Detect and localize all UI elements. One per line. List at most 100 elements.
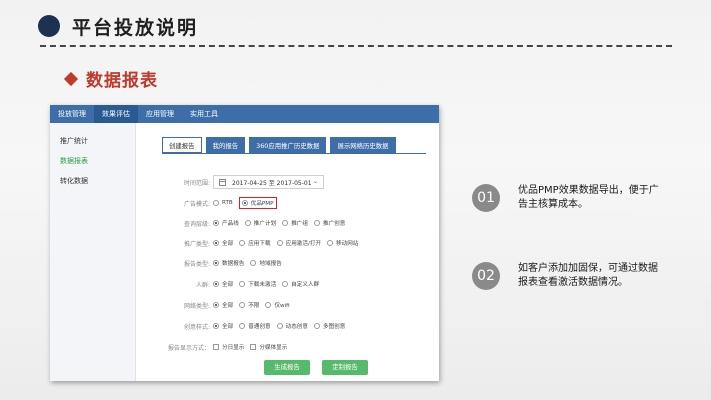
query-level-product[interactable]: 产品线: [213, 219, 239, 227]
query-level-row: 查询层级: 产品线 推广计划 推广组 推广创意: [136, 217, 351, 229]
display-mode-label: 报告显示方式：: [167, 344, 210, 352]
crowd-label: 人群:: [195, 281, 210, 289]
network-row: 网络类型: 全部 不限 仅wifi: [136, 299, 296, 311]
calendar-icon: [219, 178, 226, 186]
radio-icon: [250, 260, 257, 266]
radio-selected-icon: [213, 260, 219, 266]
title-divider: [40, 45, 672, 47]
ad-mode-row: 广告模式: RTB 优品PMP: [136, 197, 283, 209]
query-level-label: 查询层级:: [183, 220, 210, 228]
section-heading-text: 数据报表: [86, 71, 158, 91]
promo-type-row: 推广类型: 全部 应用下载 应用激活/打开 移动网站: [136, 237, 364, 249]
topnav-item-campaign[interactable]: 投放管理: [50, 105, 94, 123]
creative-label: 创意样式:: [183, 323, 210, 331]
section-heading: 数据报表: [63, 66, 158, 91]
generate-report-button[interactable]: 生成报告: [264, 360, 310, 375]
checkbox-icon: [213, 344, 219, 350]
topnav-item-tools[interactable]: 实用工具: [182, 105, 226, 123]
creative-normal[interactable]: 普通创意: [239, 322, 271, 330]
topnav-item-effect[interactable]: 效果评估: [94, 105, 138, 123]
radio-icon: [282, 220, 289, 226]
creative-multi-image[interactable]: 多图创意: [313, 322, 345, 330]
network-label: 网络类型:: [183, 302, 210, 310]
radio-icon: [239, 302, 246, 308]
sidebar-item-reports[interactable]: 数据报表: [50, 151, 135, 171]
network-wifi-only[interactable]: 仅wifi: [265, 301, 290, 309]
main-content: 创建报告 我的报告 360应用推广历史数据 展示网络历史数据 时间范围: 201…: [136, 123, 439, 381]
radio-selected-icon: [213, 302, 219, 308]
promo-type-download[interactable]: 应用下载: [239, 239, 271, 247]
radio-icon: [276, 240, 283, 246]
note-number-1: 01: [472, 184, 500, 212]
radio-icon: [276, 323, 283, 329]
radio-icon: [239, 240, 246, 246]
title-bullet-icon: [38, 15, 60, 37]
radio-icon: [282, 281, 289, 287]
radio-icon: [313, 323, 320, 329]
report-type-region[interactable]: 地域报告: [250, 259, 282, 267]
radio-icon: [265, 302, 272, 308]
note-number-2: 02: [472, 262, 500, 290]
slide-title: 平台投放说明: [38, 10, 198, 42]
radio-selected-icon: [213, 220, 219, 226]
radio-icon: [239, 281, 246, 287]
radio-icon: [313, 220, 320, 226]
network-any[interactable]: 不限: [239, 301, 259, 309]
query-level-creative[interactable]: 推广创意: [313, 219, 345, 227]
report-type-data[interactable]: 数据报告: [213, 259, 244, 267]
display-by-day[interactable]: 分日显示: [213, 343, 244, 351]
promo-type-all[interactable]: 全部: [213, 239, 233, 247]
time-range-label: 时间范围:: [183, 179, 210, 187]
promo-type-activate[interactable]: 应用激活/打开: [276, 239, 321, 247]
radio-icon: [213, 200, 219, 206]
title-text: 平台投放说明: [72, 16, 199, 39]
custom-report-button[interactable]: 定制报告: [322, 360, 368, 375]
diamond-bullet-icon: [63, 71, 79, 86]
topnav-item-apps[interactable]: 应用管理: [138, 105, 182, 123]
radio-selected-icon: [213, 281, 219, 287]
tab-underline: [162, 153, 426, 154]
report-tabs: 创建报告 我的报告 360应用推广历史数据 展示网络历史数据: [162, 137, 400, 153]
report-app-screenshot: 投放管理 效果评估 应用管理 实用工具 推广统计 数据报表 转化数据 创建报告 …: [50, 105, 439, 381]
sidebar: 推广统计 数据报表 转化数据: [50, 123, 136, 381]
note-text-2: 如客户添加加固保，可通过数据报表查看激活数据情况。: [518, 263, 658, 288]
promo-type-mobile-site[interactable]: 移动网站: [327, 239, 358, 247]
sidebar-item-stats[interactable]: 推广统计: [50, 131, 135, 151]
radio-icon: [244, 220, 251, 226]
sidebar-item-conversions[interactable]: 转化数据: [50, 171, 135, 191]
checkbox-icon: [250, 344, 257, 350]
top-nav: 投放管理 效果评估 应用管理 实用工具: [50, 105, 439, 123]
crowd-not-activated[interactable]: 下载未激活: [239, 280, 276, 288]
radio-selected-icon: [213, 323, 219, 329]
crowd-all[interactable]: 全部: [213, 280, 233, 288]
promo-type-label: 推广类型:: [183, 240, 210, 248]
creative-dynamic[interactable]: 动态创意: [276, 322, 308, 330]
crowd-row: 人群: 全部 下载未激活 自定义人群: [136, 278, 325, 290]
radio-icon: [239, 323, 246, 329]
query-level-group[interactable]: 推广组: [282, 219, 308, 227]
radio-selected-icon: [241, 200, 248, 206]
radio-selected-icon: [213, 240, 219, 246]
tab-my-reports[interactable]: 我的报告: [205, 137, 246, 153]
radio-icon: [327, 240, 334, 246]
creative-all[interactable]: 全部: [213, 322, 233, 330]
crowd-custom[interactable]: 自定义人群: [282, 280, 319, 288]
creative-row: 创意样式: 全部 普通创意 动态创意 多图创意: [136, 320, 351, 332]
tab-360-history[interactable]: 360应用推广历史数据: [249, 137, 327, 153]
report-type-row: 报告类型: 数据报告 地域报告: [136, 257, 288, 269]
tab-display-history[interactable]: 展示网络历史数据: [330, 137, 396, 153]
ad-mode-rtb[interactable]: RTB: [213, 200, 233, 206]
display-mode-row: 报告显示方式： 分日显示 分媒体显示: [136, 341, 293, 353]
report-type-label: 报告类型:: [183, 260, 210, 268]
date-range-picker[interactable]: 2017-04-25 至 2017-05-01 ⌄: [213, 175, 324, 189]
tab-create-report[interactable]: 创建报告: [162, 137, 202, 153]
note-text-1: 优品PMP效果数据导出，便于广告主核算成本。: [518, 185, 659, 210]
network-all[interactable]: 全部: [213, 301, 233, 309]
date-range-value: 2017-04-25 至 2017-05-01: [232, 179, 312, 187]
ad-mode-pmp[interactable]: 优品PMP: [238, 197, 277, 209]
chevron-down-icon: ⌄: [312, 178, 318, 185]
display-by-media[interactable]: 分媒体显示: [250, 343, 287, 351]
ad-mode-label: 广告模式:: [183, 200, 210, 208]
query-level-plan[interactable]: 推广计划: [244, 219, 276, 227]
time-range-row: 时间范围: 2017-04-25 至 2017-05-01 ⌄: [136, 174, 324, 190]
